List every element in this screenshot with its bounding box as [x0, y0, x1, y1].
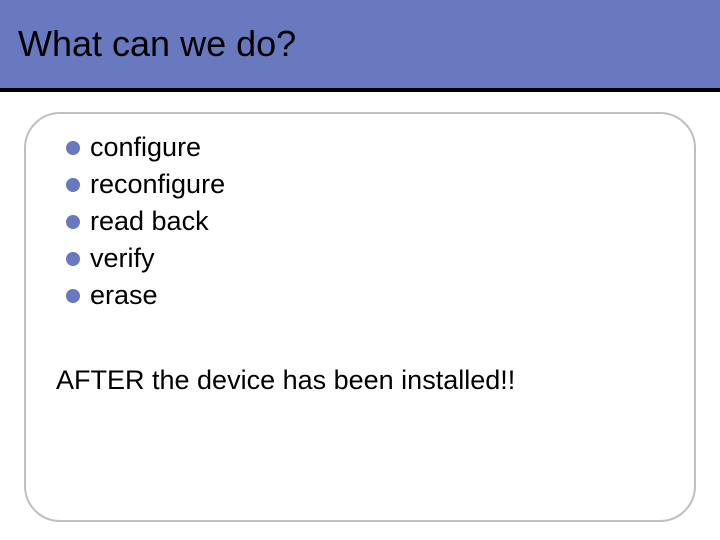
list-item: reconfigure — [66, 169, 662, 200]
bullet-list: configure reconfigure read back verify e… — [66, 132, 662, 311]
bullet-icon — [66, 252, 80, 266]
slide-title: What can we do? — [18, 23, 296, 65]
bullet-label: erase — [90, 280, 158, 311]
list-item: configure — [66, 132, 662, 163]
footer-text: AFTER the device has been installed!! — [56, 365, 662, 396]
list-item: erase — [66, 280, 662, 311]
content-inner: configure reconfigure read back verify e… — [24, 114, 692, 406]
bullet-label: configure — [90, 132, 201, 163]
slide-body: configure reconfigure read back verify e… — [0, 92, 720, 540]
slide-header: What can we do? — [0, 0, 720, 88]
bullet-label: read back — [90, 206, 209, 237]
list-item: read back — [66, 206, 662, 237]
bullet-icon — [66, 141, 80, 155]
bullet-label: reconfigure — [90, 169, 225, 200]
bullet-label: verify — [90, 243, 155, 274]
bullet-icon — [66, 178, 80, 192]
bullet-icon — [66, 289, 80, 303]
bullet-icon — [66, 215, 80, 229]
list-item: verify — [66, 243, 662, 274]
